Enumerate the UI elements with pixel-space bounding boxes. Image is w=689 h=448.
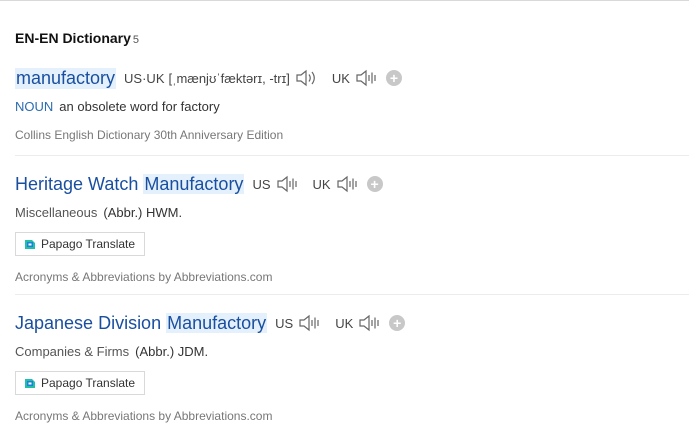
pronunciation: US UK bbox=[275, 314, 381, 332]
speaker-icon[interactable] bbox=[297, 314, 321, 332]
add-icon[interactable]: + bbox=[385, 70, 402, 86]
papago-translate-label: Papago Translate bbox=[41, 376, 136, 390]
speaker-icon[interactable] bbox=[275, 175, 299, 193]
speaker-icon[interactable] bbox=[335, 175, 359, 193]
pron-label-us: US bbox=[275, 315, 294, 331]
category-label: Companies & Firms bbox=[15, 344, 130, 359]
pronunciation: US UK bbox=[252, 175, 358, 193]
pron-label-us-uk: US·UK bbox=[124, 70, 165, 86]
source-text: Collins English Dictionary 30th Annivers… bbox=[15, 128, 284, 142]
pron-label-uk: UK bbox=[312, 176, 331, 192]
speaker-icon[interactable] bbox=[294, 69, 318, 87]
pron-label-us: US bbox=[252, 176, 271, 192]
source-text: Acronyms & Abbreviations by Abbreviation… bbox=[15, 270, 273, 284]
add-icon[interactable]: + bbox=[389, 315, 406, 331]
headword-prefix: Heritage Watch bbox=[15, 173, 144, 194]
headword-link[interactable]: manufactory bbox=[15, 67, 117, 89]
entry-heritage-watch-manufactory: Heritage Watch Manufactory US UK + Misce… bbox=[15, 172, 689, 284]
speaker-icon[interactable] bbox=[357, 314, 381, 332]
definition: an obsolete word for factory bbox=[59, 99, 220, 114]
headword-prefix: Japanese Division bbox=[15, 312, 167, 333]
headword-highlight: Manufactory bbox=[166, 312, 268, 333]
meaning-row: NOUN an obsolete word for factory bbox=[15, 99, 689, 114]
papago-translate-button[interactable]: Papago Translate bbox=[15, 232, 146, 256]
entry-divider bbox=[15, 294, 689, 295]
headword-link[interactable]: Japanese Division Manufactory bbox=[15, 312, 268, 334]
headword-link[interactable]: Heritage Watch Manufactory bbox=[15, 173, 245, 195]
entry-manufactory: manufactory US·UK [ˌmænjʊˈfæktərɪ, -trɪ]… bbox=[15, 66, 689, 142]
headword-highlight: Manufactory bbox=[143, 173, 245, 194]
part-of-speech: NOUN bbox=[15, 99, 54, 114]
entry-head: Japanese Division Manufactory US UK + bbox=[15, 311, 689, 335]
entry-head: manufactory US·UK [ˌmænjʊˈfæktərɪ, -trɪ]… bbox=[15, 66, 689, 90]
result-count: 5 bbox=[132, 34, 140, 46]
pron-label-uk: UK bbox=[331, 70, 350, 86]
papago-logo-icon bbox=[24, 238, 36, 250]
ipa-text: [ˌmænjʊˈfæktərɪ, -trɪ] bbox=[168, 70, 290, 86]
papago-translate-label: Papago Translate bbox=[41, 237, 136, 251]
category-label: Miscellaneous bbox=[15, 205, 98, 220]
entry-divider bbox=[15, 155, 689, 156]
papago-translate-button[interactable]: Papago Translate bbox=[15, 371, 146, 395]
pronunciation: US·UK [ˌmænjʊˈfæktərɪ, -trɪ] UK bbox=[124, 69, 378, 87]
meaning-row: Miscellaneous (Abbr.) HWM. bbox=[15, 205, 689, 220]
meaning-row: Companies & Firms (Abbr.) JDM. bbox=[15, 344, 689, 359]
papago-logo-icon bbox=[24, 377, 36, 389]
add-icon[interactable]: + bbox=[366, 176, 383, 192]
definition: (Abbr.) JDM. bbox=[135, 344, 209, 359]
entry-japanese-division-manufactory: Japanese Division Manufactory US UK + Co… bbox=[15, 311, 689, 423]
section-title-text: EN-EN Dictionary bbox=[15, 30, 131, 46]
section-title: EN-EN Dictionary 5 bbox=[15, 30, 139, 46]
definition: (Abbr.) HWM. bbox=[103, 205, 183, 220]
pron-label-uk: UK bbox=[335, 315, 354, 331]
source-text: Acronyms & Abbreviations by Abbreviation… bbox=[15, 409, 273, 423]
entry-head: Heritage Watch Manufactory US UK + bbox=[15, 172, 689, 196]
top-divider bbox=[0, 0, 689, 1]
speaker-icon[interactable] bbox=[354, 69, 378, 87]
